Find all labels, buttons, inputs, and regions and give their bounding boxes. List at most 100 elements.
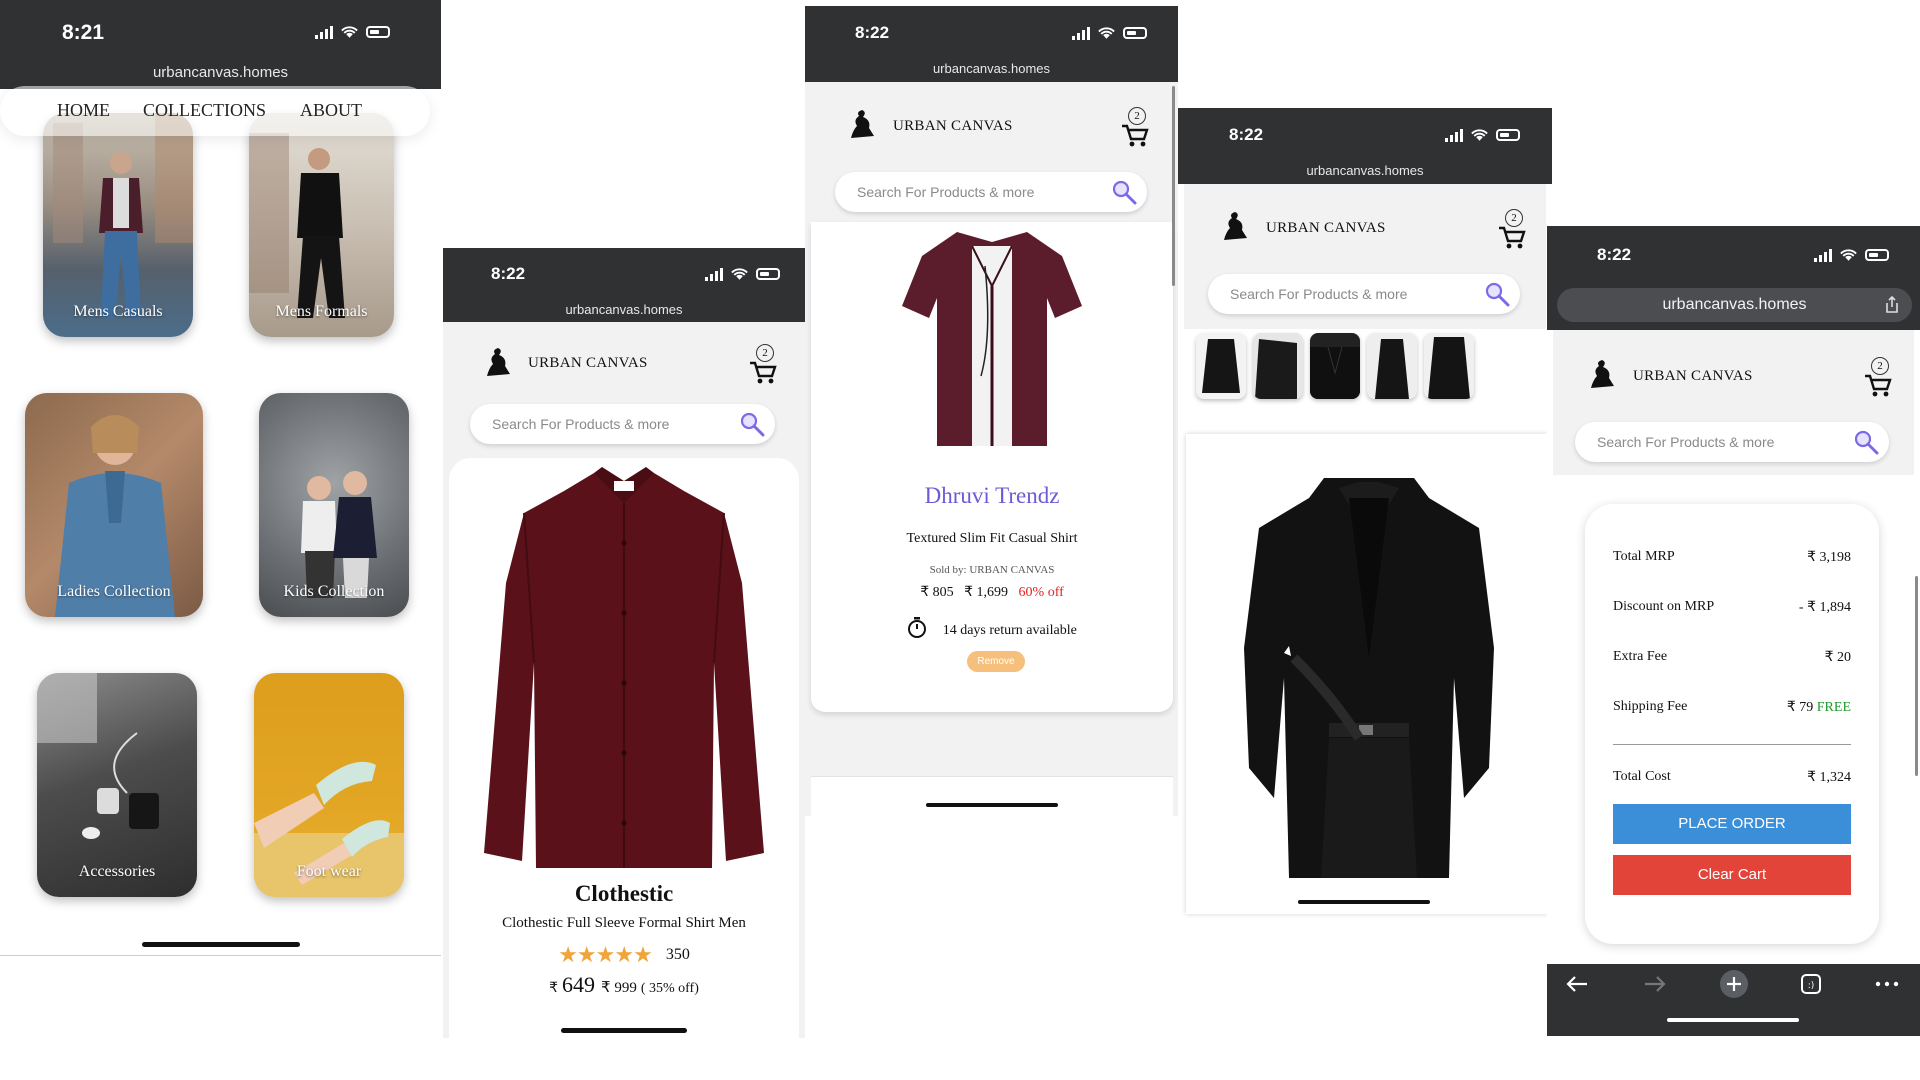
category-tile[interactable]: Ladies Collection	[25, 393, 203, 617]
nav-about[interactable]: ABOUT	[300, 100, 362, 121]
search-input[interactable]: Search For Products & more	[1208, 274, 1520, 314]
category-tile[interactable]: Mens Casuals	[43, 113, 193, 337]
thumbnail-image	[1428, 337, 1470, 399]
thumbnail-image	[1202, 339, 1240, 393]
battery-icon	[1123, 27, 1147, 39]
summary-row-discount: Discount on MRP - ₹ 1,894	[1613, 599, 1851, 615]
clock: 8:22	[491, 264, 526, 283]
tile-label: Foot wear	[296, 863, 362, 880]
clear-cart-button[interactable]: Clear Cart	[1613, 855, 1851, 895]
home-indicator	[1667, 1018, 1799, 1022]
search-input[interactable]: Search For Products & more	[470, 404, 775, 444]
thumbnail-strip	[1196, 333, 1496, 403]
brand-name: URBAN CANVAS	[1633, 368, 1753, 384]
product-title: Clothestic Full Sleeve Formal Shirt Men	[502, 915, 746, 931]
brand-logo-icon[interactable]	[483, 344, 513, 380]
thumbnail-image	[1310, 346, 1360, 399]
home-indicator	[1298, 900, 1430, 904]
url-bar[interactable]: urbancanvas.homes	[0, 64, 441, 81]
gallery-screen: 8:22 urbancanvas.homes URBAN CANVAS 2 Se…	[1178, 108, 1552, 918]
tile-label: Mens Casuals	[73, 303, 163, 320]
summary-value: ₹ 1,324	[1807, 770, 1851, 785]
price-row: ₹ 649 ₹ 999 ( 35% off)	[449, 972, 799, 998]
wifi-icon	[341, 26, 358, 38]
cart-button[interactable]: 2	[1120, 107, 1150, 147]
summary-label: Total MRP	[1613, 549, 1675, 564]
product-image[interactable]	[897, 226, 1087, 456]
summary-value: ₹ 3,198	[1807, 550, 1851, 565]
summary-label: Total Cost	[1613, 769, 1671, 784]
remove-button[interactable]: Remove	[967, 651, 1025, 672]
place-order-button[interactable]: PLACE ORDER	[1613, 804, 1851, 844]
bottom-divider	[0, 955, 441, 956]
cart-icon	[750, 361, 777, 384]
thumbnail[interactable]	[1310, 333, 1360, 399]
url-bar[interactable]: urbancanvas.homes	[1178, 163, 1552, 178]
cart-icon	[1865, 374, 1892, 397]
category-tile[interactable]: Kids Collection	[259, 393, 409, 617]
browser-bottom-bar: :)	[1547, 964, 1920, 1036]
tile-label: Kids Collection	[283, 583, 385, 600]
order-summary-card: Total MRP ₹ 3,198 Discount on MRP - ₹ 1,…	[1585, 504, 1879, 944]
category-tile[interactable]: Foot wear	[254, 673, 404, 897]
right-scrollbar[interactable]	[1915, 576, 1918, 776]
share-icon[interactable]	[1884, 296, 1900, 314]
forward-icon[interactable]	[1643, 974, 1667, 994]
category-tile[interactable]: Accessories	[37, 673, 197, 897]
search-icon[interactable]	[739, 411, 765, 437]
main-product-image[interactable]	[1239, 478, 1499, 878]
url-bar[interactable]: urbancanvas.homes	[443, 302, 805, 317]
thumbnail[interactable]	[1253, 333, 1303, 399]
rating-count: 350	[665, 946, 690, 963]
url-bar[interactable]: urbancanvas.homes	[805, 61, 1178, 76]
status-icons	[1072, 26, 1147, 40]
search-input[interactable]: Search For Products & more	[1575, 422, 1889, 462]
tabs-icon[interactable]: :)	[1799, 972, 1823, 996]
address-bar[interactable]: urbancanvas.homes	[1557, 288, 1912, 322]
brand-name: URBAN CANVAS	[1266, 220, 1386, 236]
return-text: 14 days return available	[942, 623, 1077, 638]
signal-icon	[1445, 128, 1463, 142]
search-icon[interactable]	[1853, 429, 1879, 455]
currency-symbol: ₹	[549, 981, 559, 996]
brand-logo-icon[interactable]	[847, 106, 877, 142]
item-off: 60% off	[1018, 585, 1064, 600]
nav-collections[interactable]: COLLECTIONS	[143, 100, 266, 121]
tile-label: Ladies Collection	[57, 583, 171, 600]
thumbnail[interactable]	[1424, 333, 1474, 399]
product-image[interactable]	[474, 463, 774, 873]
cart-button[interactable]: 2	[748, 344, 778, 384]
back-icon[interactable]	[1565, 974, 1589, 994]
wifi-icon	[1471, 129, 1488, 141]
cart-icon	[1499, 226, 1526, 249]
product-card: Clothestic Clothestic Full Sleeve Formal…	[449, 458, 799, 1038]
summary-label: Discount on MRP	[1613, 599, 1715, 614]
rating-row: ★★★★★ 350	[449, 942, 799, 968]
category-tile[interactable]: Mens Formals	[249, 113, 394, 337]
scrollbar[interactable]	[1172, 86, 1175, 286]
brand-logo-icon[interactable]	[1220, 208, 1250, 244]
home-screen: 8:21 urbancanvas.homes Mens Casuals Mens…	[0, 0, 441, 960]
summary-row-extra-fee: Extra Fee ₹ 20	[1613, 649, 1851, 665]
thumbnail[interactable]	[1196, 333, 1246, 399]
search-icon[interactable]	[1484, 281, 1510, 307]
signal-icon	[1814, 248, 1832, 262]
summary-value: ₹ 20	[1824, 650, 1851, 665]
price-value: 649	[562, 972, 596, 997]
home-indicator	[142, 942, 300, 947]
nav-home[interactable]: HOME	[57, 100, 110, 121]
shipping-values: ₹ 79 FREE	[1787, 699, 1851, 716]
more-icon[interactable]	[1875, 980, 1899, 988]
brand-logo-icon[interactable]	[1587, 356, 1617, 392]
cart-button[interactable]: 2	[1863, 357, 1893, 397]
brand-name: URBAN CANVAS	[528, 355, 648, 371]
item-seller: Sold by: URBAN CANVAS	[929, 564, 1055, 576]
status-icons	[315, 25, 390, 39]
thumbnail[interactable]	[1367, 333, 1417, 399]
signal-icon	[705, 267, 723, 281]
cart-button[interactable]: 2	[1497, 209, 1527, 249]
status-bar: 8:22 urbancanvas.homes	[1178, 108, 1552, 184]
new-tab-icon[interactable]	[1719, 969, 1749, 999]
search-input[interactable]: Search For Products & more	[835, 172, 1147, 212]
search-icon[interactable]	[1111, 179, 1137, 205]
